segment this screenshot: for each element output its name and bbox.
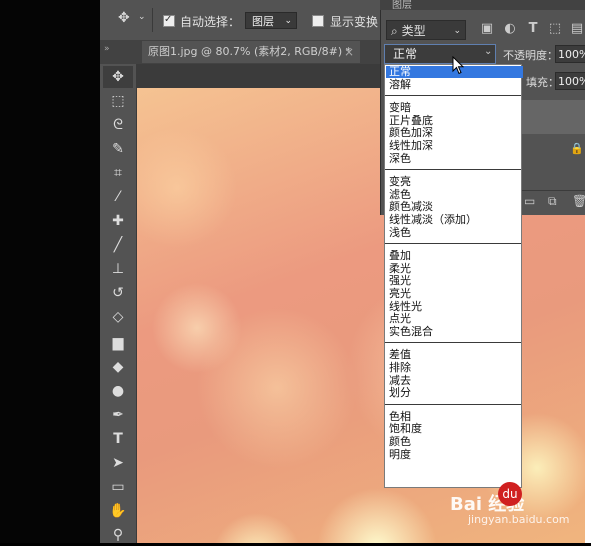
- layer-filter-dropdown[interactable]: ⌕ 类型 ⌄: [386, 20, 466, 40]
- pen-tool-icon[interactable]: ✒: [103, 404, 133, 426]
- path-select-tool-icon[interactable]: ➤: [103, 452, 133, 474]
- blend-mode-option[interactable]: 差值: [389, 349, 411, 361]
- menu-separator: [385, 243, 521, 245]
- blend-mode-menu: 正常 溶解 变暗 正片叠底 颜色加深 线性加深 深色 变亮 滤色 颜色减淡 线性减淡（添加） 浅色 叠加…: [384, 64, 523, 488]
- collapse-arrows-icon[interactable]: »: [104, 44, 110, 54]
- left-margin: [0, 0, 100, 543]
- blend-mode-option[interactable]: 明度: [389, 448, 411, 461]
- shape-filter-icon[interactable]: ⬚: [548, 22, 562, 36]
- tool-preset-chevron-icon[interactable]: ⌄: [138, 12, 146, 22]
- brush-tool-icon[interactable]: ╱: [103, 234, 133, 256]
- menu-separator: [385, 403, 521, 405]
- eyedropper-tool-icon[interactable]: ⁄: [103, 186, 133, 208]
- blend-mode-option[interactable]: 颜色加深: [389, 127, 433, 139]
- gradient-tool-icon[interactable]: ▆: [103, 332, 133, 354]
- layer-filter-value: 类型: [401, 24, 426, 38]
- history-brush-tool-icon[interactable]: ↺: [103, 282, 133, 304]
- blend-mode-option[interactable]: 减去: [389, 374, 411, 387]
- rectangle-tool-icon[interactable]: ▭: [103, 476, 133, 498]
- blend-mode-option[interactable]: 叠加: [389, 250, 411, 262]
- document-tab[interactable]: 原图1.jpg @ 80.7% (素材2, RGB/8#) *: [142, 41, 360, 63]
- blend-mode-option[interactable]: 划分: [389, 387, 411, 399]
- dodge-tool-icon[interactable]: ●: [103, 380, 133, 402]
- blend-mode-option[interactable]: 色相: [389, 410, 411, 423]
- search-icon: ⌕: [391, 24, 398, 38]
- blend-mode-option[interactable]: 变亮: [389, 176, 411, 188]
- pixel-filter-icon[interactable]: ▣: [480, 22, 494, 36]
- mouse-cursor-icon: [452, 56, 465, 75]
- blend-mode-option[interactable]: 滤色: [389, 188, 411, 201]
- adjustment-filter-icon[interactable]: ◐: [503, 22, 517, 36]
- blend-mode-option[interactable]: 线性减淡（添加）: [389, 214, 477, 226]
- right-edge: [585, 0, 591, 543]
- quick-select-tool-icon[interactable]: ✎: [103, 138, 133, 160]
- move-tool-icon[interactable]: ✥: [118, 10, 130, 26]
- blend-mode-option[interactable]: 强光: [389, 275, 411, 287]
- tools-panel: ✥ ⬚ ᘓ ✎ ⌗ ⁄ ✚ ╱ ⊥ ↺ ◇ ▆ ◆ ● ✒ T ➤ ▭ ✋ ⚲: [100, 64, 137, 543]
- blend-mode-option[interactable]: 颜色减淡: [389, 201, 433, 213]
- smart-object-filter-icon[interactable]: ▤: [570, 22, 584, 36]
- blend-mode-option[interactable]: 线性加深: [389, 140, 433, 152]
- hand-tool-icon[interactable]: ✋: [103, 500, 133, 522]
- auto-select-label: 自动选择：: [180, 15, 241, 29]
- menu-separator: [385, 169, 521, 171]
- lasso-tool-icon[interactable]: ᘓ: [103, 114, 133, 136]
- chevron-down-icon: ⌄: [453, 26, 461, 36]
- opacity-label: 不透明度：: [503, 49, 558, 62]
- blend-mode-option[interactable]: 柔光: [389, 262, 411, 275]
- blend-mode-option[interactable]: 饱和度: [389, 423, 422, 435]
- canvas-ruler-strip: [137, 64, 383, 88]
- crop-tool-icon[interactable]: ⌗: [103, 162, 133, 184]
- healing-brush-tool-icon[interactable]: ✚: [103, 210, 133, 232]
- chevron-down-icon: ⌄: [284, 16, 292, 26]
- chevron-down-icon: ⌄: [484, 46, 493, 57]
- show-transform-checkbox[interactable]: [312, 15, 324, 27]
- blend-mode-option[interactable]: 深色: [389, 152, 411, 165]
- layer-row[interactable]: [520, 100, 591, 134]
- auto-select-target-value: 图层: [252, 15, 274, 28]
- blend-mode-dropdown[interactable]: 正常: [384, 44, 496, 64]
- blend-mode-option[interactable]: 浅色: [389, 226, 411, 239]
- show-transform-label: 显示变换: [330, 15, 379, 29]
- marquee-tool-icon[interactable]: ⬚: [103, 90, 133, 112]
- divider: [152, 8, 153, 32]
- blend-mode-option[interactable]: 排除: [389, 362, 411, 374]
- folder-icon[interactable]: ▭: [524, 194, 535, 208]
- watermark-url: jingyan.baidu.com: [468, 513, 570, 526]
- blend-mode-option[interactable]: 正片叠底: [389, 114, 433, 127]
- menu-separator: [385, 342, 521, 344]
- layers-panel-title[interactable]: 图层: [392, 0, 412, 11]
- blend-mode-option[interactable]: 变暗: [389, 102, 411, 114]
- blend-mode-option[interactable]: 点光: [389, 313, 411, 325]
- blend-mode-option[interactable]: 颜色: [389, 436, 411, 448]
- menu-separator: [385, 95, 521, 97]
- fill-input[interactable]: 100%: [555, 72, 589, 90]
- watermark-paw-logo: du: [498, 482, 522, 506]
- blend-mode-option[interactable]: 亮光: [389, 288, 411, 300]
- auto-select-target-dropdown[interactable]: 图层 ⌄: [245, 12, 297, 29]
- type-filter-icon[interactable]: T: [526, 22, 540, 36]
- auto-select-checkbox[interactable]: [163, 14, 175, 27]
- move-tool-icon[interactable]: ✥: [103, 66, 133, 88]
- opacity-input[interactable]: 100%: [555, 45, 589, 63]
- blend-mode-option[interactable]: 线性光: [389, 300, 422, 313]
- blend-mode-option[interactable]: 实色混合: [389, 325, 433, 338]
- close-icon[interactable]: ×: [344, 41, 354, 63]
- type-tool-icon[interactable]: T: [103, 428, 133, 450]
- eraser-tool-icon[interactable]: ◇: [103, 306, 133, 328]
- new-layer-icon[interactable]: ⧉: [548, 194, 557, 209]
- clone-stamp-tool-icon[interactable]: ⊥: [103, 258, 133, 280]
- blend-mode-option[interactable]: 溶解: [389, 78, 411, 91]
- lock-icon: 🔒: [570, 142, 584, 155]
- blur-tool-icon[interactable]: ◆: [103, 356, 133, 378]
